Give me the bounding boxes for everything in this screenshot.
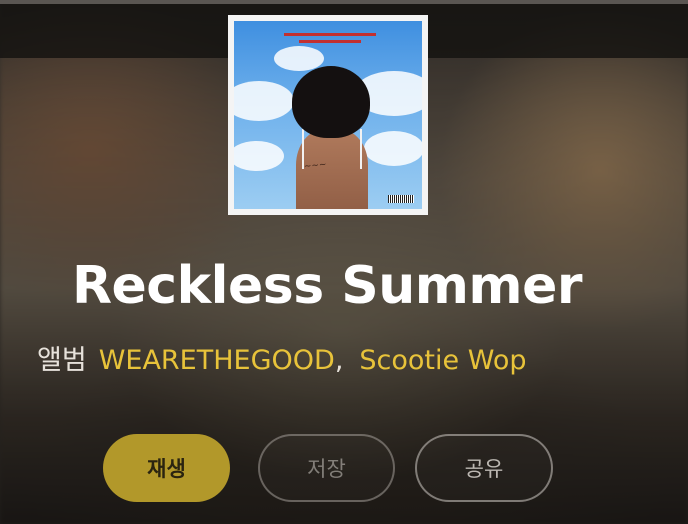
album-cover-image: ~~~ bbox=[234, 21, 422, 209]
play-button-label: 재생 bbox=[147, 457, 186, 481]
album-meta: 앨범 WEARETHEGOOD, Scootie Wop bbox=[37, 338, 526, 377]
album-cover: ~~~ bbox=[228, 15, 428, 215]
save-button-label: 저장 bbox=[307, 457, 346, 481]
save-button[interactable]: 저장 bbox=[258, 434, 395, 502]
album-type-label: 앨범 bbox=[37, 345, 87, 376]
share-button-label: 공유 bbox=[464, 457, 504, 481]
barcode bbox=[388, 195, 414, 203]
artist-link-scootie-wop[interactable]: Scootie Wop bbox=[359, 345, 526, 376]
share-button[interactable]: 공유 bbox=[415, 434, 553, 502]
artist-separator: , bbox=[334, 345, 344, 376]
artist-link-wearethegood[interactable]: WEARETHEGOOD bbox=[99, 345, 335, 376]
play-button[interactable]: 재생 bbox=[103, 434, 230, 502]
album-title: Reckless Summer bbox=[71, 256, 583, 316]
top-edge bbox=[0, 0, 688, 4]
